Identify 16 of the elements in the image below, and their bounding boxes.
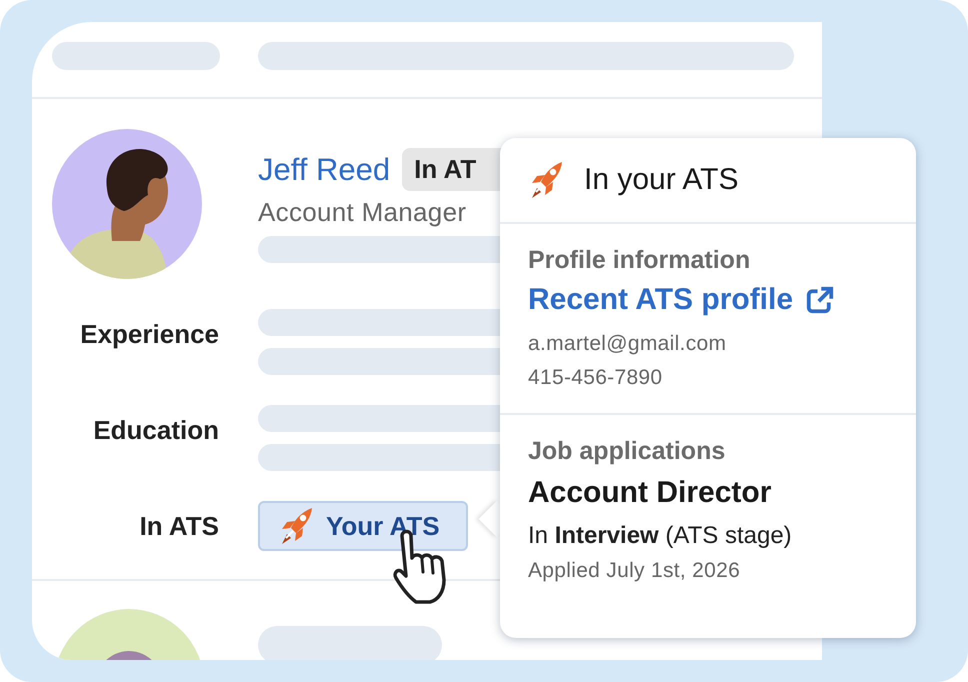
job-title: Account Manager xyxy=(258,197,468,228)
profile-link[interactable]: Recent ATS profile xyxy=(528,283,888,317)
popover-title: In your ATS xyxy=(584,163,739,197)
section-heading: Job applications xyxy=(528,437,726,466)
section-heading: Profile information xyxy=(528,246,752,275)
job-application-title: Account Director xyxy=(528,476,772,510)
candidate-name[interactable]: Jeff Reed xyxy=(258,152,390,188)
field-label: Experience xyxy=(79,318,219,351)
phone-text: 415-456-7890 xyxy=(528,365,664,391)
field-label: In ATS xyxy=(138,510,219,543)
stage-text: In Interview (ATS stage) xyxy=(528,522,793,550)
ats-button[interactable]: Your ATS xyxy=(258,501,468,551)
external-link-icon xyxy=(805,285,836,315)
field-label: Education xyxy=(92,414,219,447)
email-text: a.martel@gmail.com xyxy=(528,331,728,357)
applied-date: Applied July 1st, 2026 xyxy=(528,558,742,584)
